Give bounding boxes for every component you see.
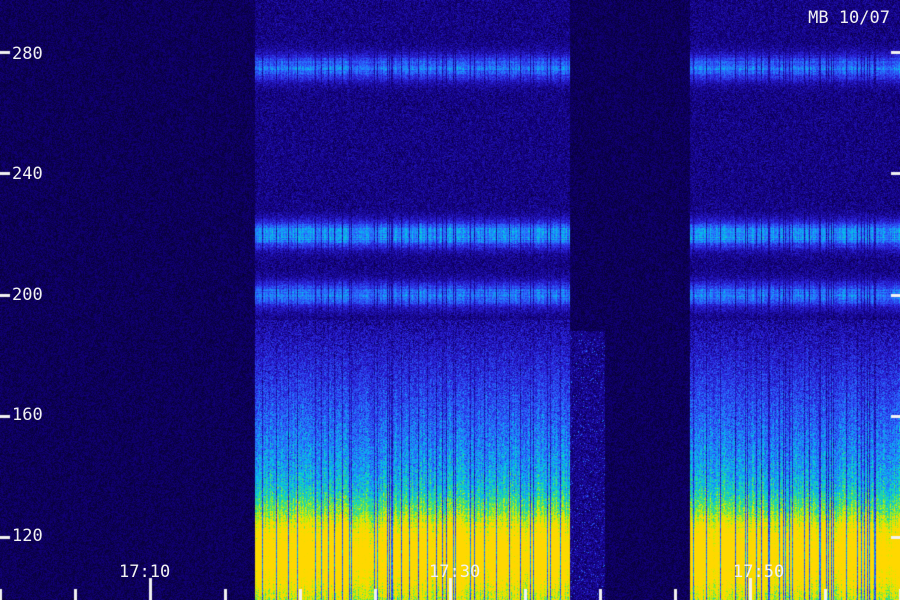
y-tick-label-240: 240 [12,164,43,184]
chart-title: MB 10/07 [808,8,890,28]
y-tick-label-280: 280 [12,44,43,64]
y-tick-label-200: 200 [12,285,43,305]
y-tick-label-160: 160 [12,405,43,425]
x-tick-label-1750: 17:50 [733,562,785,582]
y-tick-label-120: 120 [12,526,43,546]
x-tick-label-1710: 17:10 [119,562,171,582]
spectrogram-plot [0,0,900,600]
x-tick-label-1730: 17:30 [429,562,481,582]
